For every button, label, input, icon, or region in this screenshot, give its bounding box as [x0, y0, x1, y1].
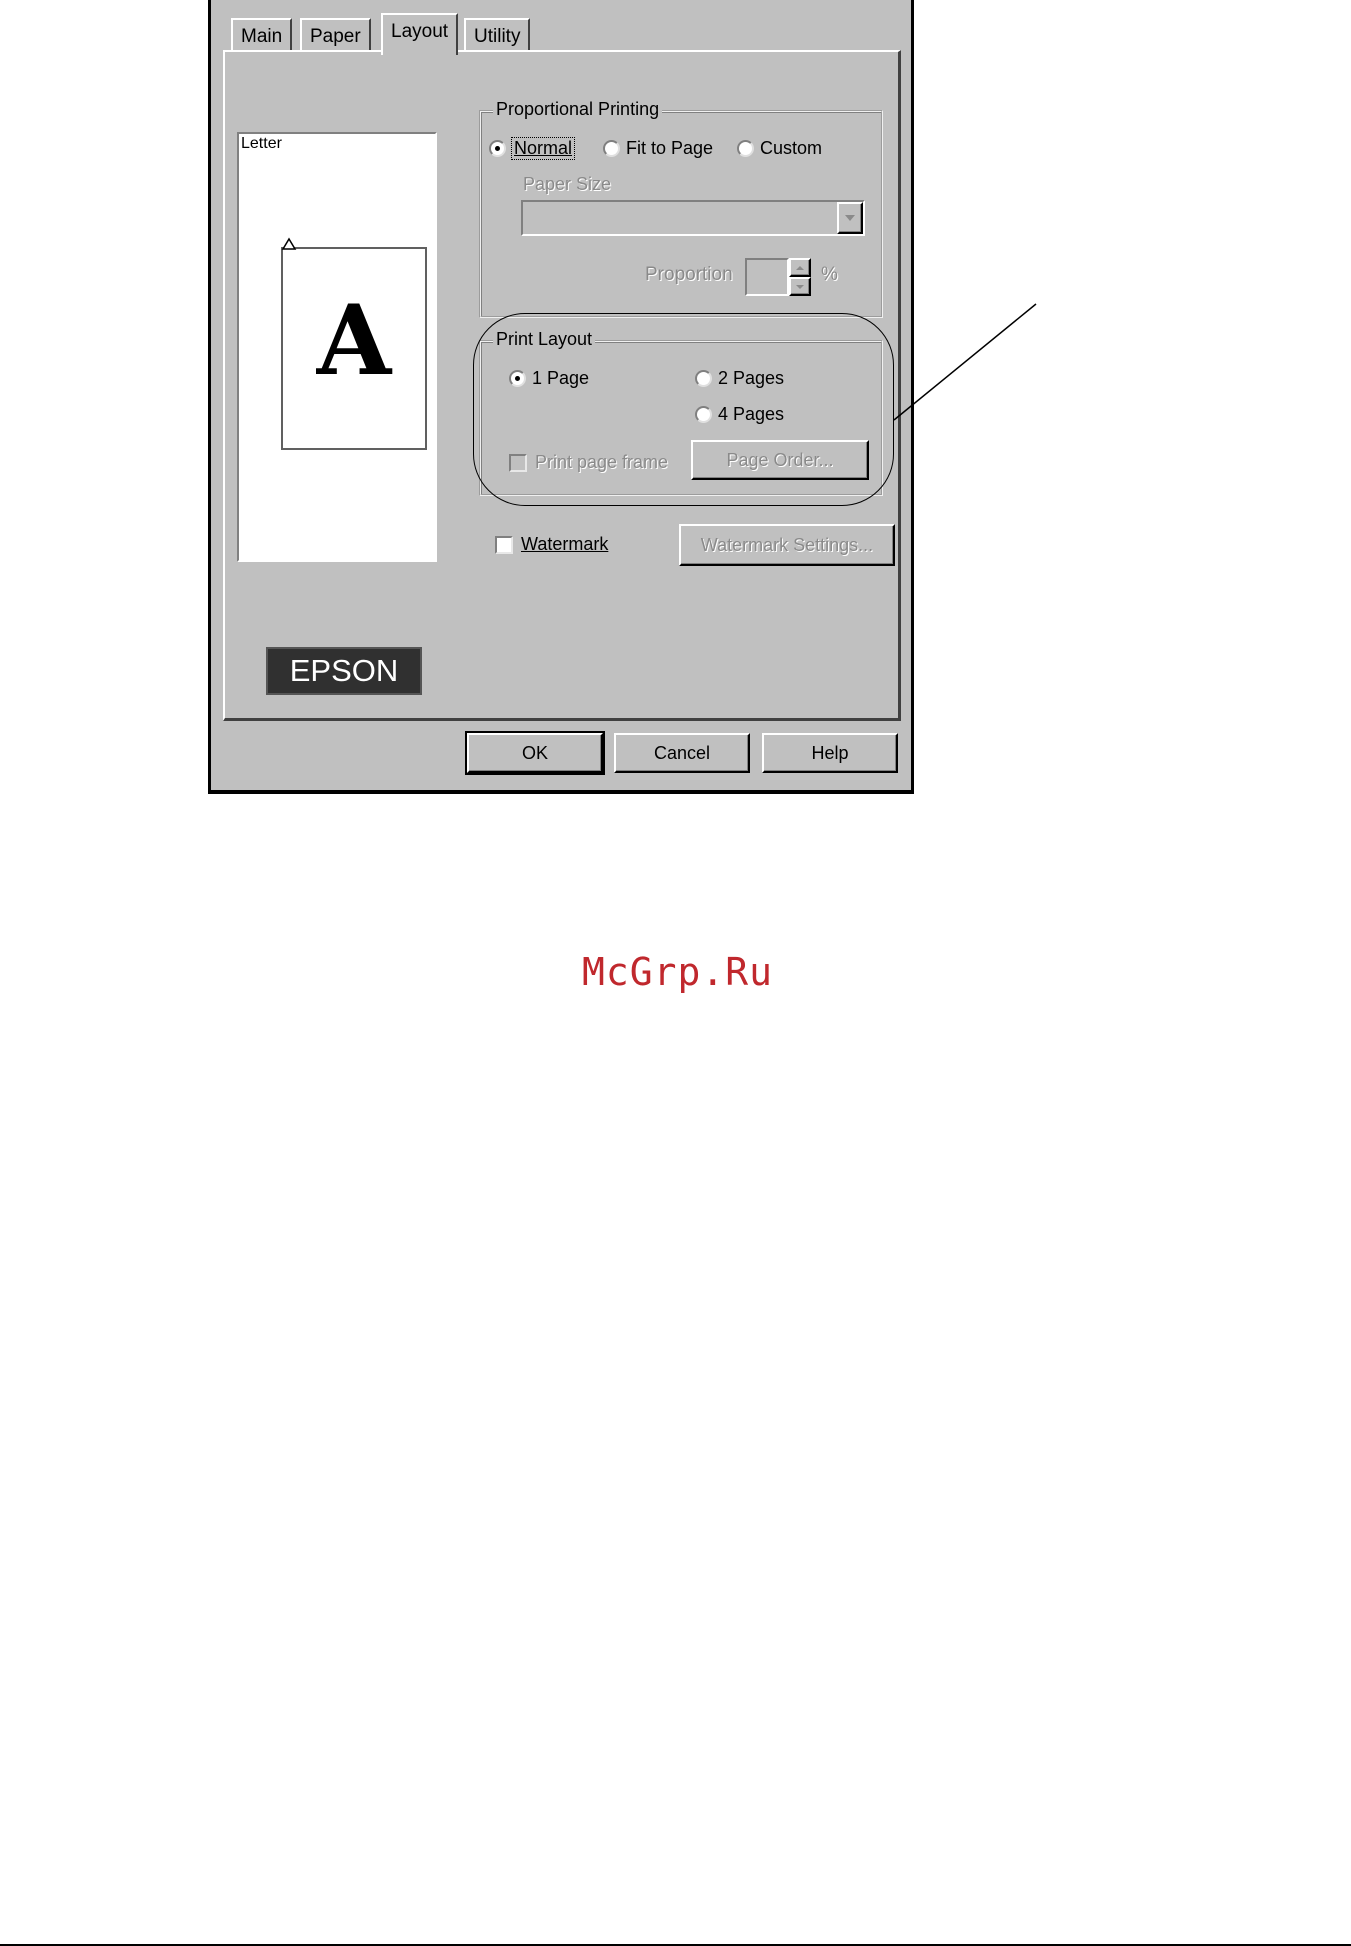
radio-fit-to-page-indicator: [603, 140, 620, 157]
layout-preview: Letter A: [237, 132, 437, 562]
watermark-label: Watermark: [521, 534, 609, 554]
help-button-label: Help: [811, 742, 849, 763]
site-watermark: McGrp.Ru: [582, 950, 774, 994]
tab-paper-label: Paper: [310, 26, 361, 47]
radio-normal-label: Normal: [510, 137, 576, 160]
radio-normal-indicator: [489, 140, 506, 157]
print-layout-highlight-oval: [473, 313, 894, 506]
proportional-printing-title: Proportional Printing: [493, 99, 663, 120]
proportion-spin-up[interactable]: [789, 258, 811, 277]
tab-utility[interactable]: Utility: [464, 18, 531, 52]
paper-size-select[interactable]: [521, 200, 865, 236]
paper-size-dropdown-button[interactable]: [837, 202, 863, 234]
tab-utility-label: Utility: [474, 26, 521, 47]
arrow-up-icon: [796, 265, 804, 270]
watermark-checkbox[interactable]: Watermark: [495, 534, 608, 555]
epson-logo: EPSON: [266, 647, 422, 695]
paper-size-label: Letter: [241, 135, 282, 152]
chevron-down-icon: [845, 215, 855, 221]
proportion-spin-down[interactable]: [789, 277, 811, 296]
proportional-printing-group: Proportional Printing Normal Fit to Page…: [479, 99, 883, 318]
proportion-unit: %: [821, 264, 838, 285]
tab-main-label: Main: [241, 26, 283, 47]
radio-custom-indicator: [737, 140, 754, 157]
callout-line: [893, 303, 1037, 421]
ok-button-label: OK: [521, 742, 548, 763]
tab-paper[interactable]: Paper: [300, 18, 371, 52]
help-button[interactable]: Help: [762, 733, 898, 773]
watermark-settings-button-label: Watermark Settings...: [700, 534, 874, 555]
paper-size-field-label: Paper Size: [523, 174, 612, 194]
radio-custom-label: Custom: [760, 138, 823, 158]
radio-custom[interactable]: Custom: [737, 138, 822, 159]
arrow-down-icon: [796, 284, 804, 289]
watermark-settings-button[interactable]: Watermark Settings...: [679, 524, 895, 566]
radio-fit-to-page-label: Fit to Page: [626, 138, 714, 158]
watermark-box: [495, 535, 513, 554]
ok-button[interactable]: OK: [465, 731, 605, 775]
page-corner-icon: [281, 237, 297, 250]
cancel-button[interactable]: Cancel: [614, 733, 750, 773]
radio-fit-to-page[interactable]: Fit to Page: [603, 138, 713, 159]
tab-layout-label: Layout: [391, 21, 449, 42]
proportion-label: Proportion: [645, 264, 733, 285]
proportion-input[interactable]: [745, 258, 789, 296]
page-preview-sheet: A: [281, 237, 427, 450]
sample-letter: A: [316, 284, 392, 397]
cancel-button-label: Cancel: [653, 742, 711, 763]
radio-normal[interactable]: Normal: [489, 137, 576, 160]
tab-main[interactable]: Main: [231, 18, 293, 52]
tab-layout[interactable]: Layout: [381, 13, 459, 55]
